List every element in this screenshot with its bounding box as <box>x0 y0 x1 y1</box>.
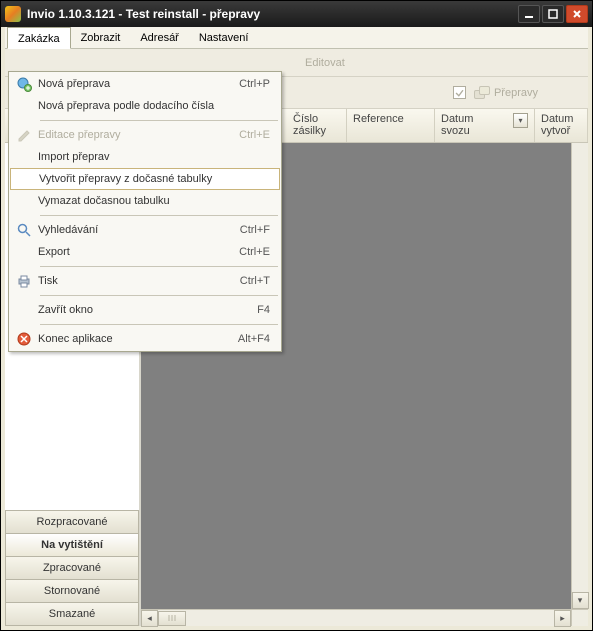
filter-checkbox[interactable] <box>453 86 466 99</box>
col-datum-vytvoreni[interactable]: Datumvytvoř <box>535 109 588 142</box>
filter-label: Přepravy <box>494 87 538 99</box>
minimize-button[interactable] <box>518 5 540 23</box>
col-label: Číslozásilky <box>293 113 326 137</box>
hscroll-thumb[interactable] <box>158 611 186 626</box>
menu-item-vymazat-docasnou[interactable]: Vymazat dočasnou tabulku <box>10 190 280 212</box>
print-icon <box>10 273 38 289</box>
menu-nastaveni[interactable]: Nastavení <box>189 27 259 48</box>
col-reference[interactable]: Reference <box>347 109 435 142</box>
window-title: Invio 1.10.3.121 - Test reinstall - přep… <box>27 7 518 21</box>
hscroll-right[interactable]: ▸ <box>554 610 571 627</box>
maximize-button[interactable] <box>542 5 564 23</box>
menu-zobrazit[interactable]: Zobrazit <box>71 27 131 48</box>
menu-zakazka-panel: Nová přeprava Ctrl+P Nová přeprava podle… <box>8 71 282 352</box>
sidebar-btn-na-vytisteni[interactable]: Na vytištění <box>5 533 139 557</box>
menu-item-nova-preprava[interactable]: Nová přeprava Ctrl+P <box>10 73 280 95</box>
sidebar-btn-zpracovane[interactable]: Zpracované <box>5 556 139 580</box>
menu-item-vyhledavani[interactable]: Vyhledávání Ctrl+F <box>10 219 280 241</box>
window-buttons <box>518 5 588 23</box>
edit-icon <box>10 127 38 143</box>
col-cislo-zasilky[interactable]: Číslozásilky <box>287 109 347 142</box>
client-area: Zakázka Zobrazit Adresář Nastavení Edito… <box>5 27 588 626</box>
sidebar-buttons: Rozpracované Na vytištění Zpracované Sto… <box>5 510 139 626</box>
titlebar: Invio 1.10.3.121 - Test reinstall - přep… <box>1 1 592 27</box>
close-button[interactable] <box>566 5 588 23</box>
menu-separator <box>40 266 278 267</box>
globe-plus-icon <box>10 76 38 92</box>
menu-item-nova-preprava-dodaci[interactable]: Nová přeprava podle dodacího čísla <box>10 95 280 117</box>
sidebar-btn-smazane[interactable]: Smazané <box>5 602 139 626</box>
menu-item-import-preprav[interactable]: Import přeprav <box>10 146 280 168</box>
horizontal-scrollbar[interactable]: ◂ ▸ <box>141 609 571 626</box>
vertical-scrollbar[interactable]: ▾ <box>571 143 588 609</box>
menu-item-konec-aplikace[interactable]: Konec aplikace Alt+F4 <box>10 328 280 350</box>
menu-item-tisk[interactable]: Tisk Ctrl+T <box>10 270 280 292</box>
chevron-down-icon[interactable]: ▾ <box>513 113 528 128</box>
menu-separator <box>40 215 278 216</box>
col-datum-svozu[interactable]: Datumsvozu ▾ <box>435 109 535 142</box>
menu-separator <box>40 120 278 121</box>
edit-button-label[interactable]: Editovat <box>305 57 345 69</box>
app-window: Invio 1.10.3.121 - Test reinstall - přep… <box>0 0 593 631</box>
col-label: Datumvytvoř <box>541 113 573 137</box>
close-red-icon <box>10 331 38 347</box>
menu-separator <box>40 324 278 325</box>
hscroll-left[interactable]: ◂ <box>141 610 158 627</box>
menubar: Zakázka Zobrazit Adresář Nastavení <box>5 27 588 49</box>
menu-adresar[interactable]: Adresář <box>130 27 189 48</box>
menu-item-zavrit-okno[interactable]: Zavřít okno F4 <box>10 299 280 321</box>
app-icon <box>5 6 21 22</box>
search-icon <box>10 222 38 238</box>
sidebar-btn-rozpracovane[interactable]: Rozpracované <box>5 510 139 534</box>
scroll-corner <box>571 609 588 626</box>
col-label: Reference <box>353 113 404 125</box>
menu-item-editace-prepravy: Editace přepravy Ctrl+E <box>10 124 280 146</box>
menu-separator <box>40 295 278 296</box>
content: Editovat Přepravy Číslozásilky Reference… <box>5 49 588 626</box>
vscroll-down[interactable]: ▾ <box>572 592 589 609</box>
sidebar-btn-stornovane[interactable]: Stornované <box>5 579 139 603</box>
menu-item-export[interactable]: Export Ctrl+E <box>10 241 280 263</box>
col-label: Datumsvozu <box>441 113 473 137</box>
menu-item-vytvorit-prepravy[interactable]: Vytvořit přepravy z dočasné tabulky <box>10 168 280 190</box>
menu-zakazka[interactable]: Zakázka <box>7 27 71 49</box>
shipments-icon <box>474 86 490 100</box>
